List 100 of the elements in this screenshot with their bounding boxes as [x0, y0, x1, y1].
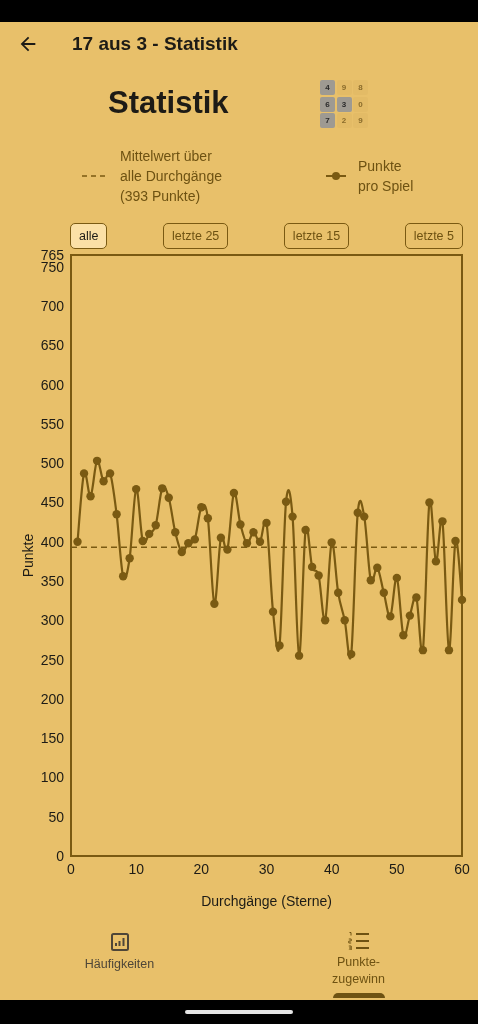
page-heading: Statistik: [108, 85, 229, 121]
data-point: [223, 545, 232, 554]
data-point: [190, 535, 199, 544]
data-point: [118, 572, 128, 581]
data-point: [307, 562, 317, 572]
data-point: [262, 518, 271, 528]
data-point: [418, 645, 428, 655]
data-point: [131, 484, 141, 494]
data-point: [197, 503, 206, 512]
y-tick-label: 200: [40, 690, 64, 707]
y-tick-label: 350: [40, 573, 64, 590]
x-axis-title: Durchgänge (Sterne): [201, 893, 332, 909]
x-tick-label: 10: [128, 861, 144, 877]
data-point: [451, 536, 460, 546]
data-point: [184, 539, 193, 548]
data-point: [145, 529, 154, 539]
digit-tile: 3: [336, 96, 352, 112]
data-point: [229, 488, 239, 498]
y-tick-label: 765: [40, 249, 64, 263]
data-point: [86, 492, 95, 501]
data-point: [327, 538, 336, 547]
line-marker-icon: [326, 172, 346, 180]
data-point: [444, 645, 454, 655]
digit-tile: 8: [353, 80, 368, 95]
data-point: [138, 536, 147, 546]
data-point: [334, 588, 343, 597]
data-point: [216, 533, 226, 542]
legend-label: Punkte pro Spiel: [358, 157, 415, 196]
y-axis-title: Punkte: [20, 533, 36, 578]
x-tick-label: 30: [258, 861, 275, 877]
data-point: [164, 493, 173, 502]
data-point: [92, 456, 102, 466]
screen-title: 17 aus 3 - Statistik: [72, 33, 238, 55]
y-tick-label: 400: [40, 533, 64, 550]
data-point: [242, 539, 252, 548]
x-tick-label: 40: [323, 861, 340, 877]
y-tick-label: 250: [40, 651, 64, 668]
data-point: [275, 641, 284, 650]
data-point: [320, 616, 330, 625]
legend-label: Mittelwert über alle Durchgänge (393 Punkte): [120, 147, 222, 206]
y-tick-label: 700: [40, 298, 64, 315]
x-tick-label: 50: [389, 861, 405, 877]
y-tick-label: 550: [40, 415, 64, 432]
y-tick-label: 0: [56, 848, 64, 864]
digit-tile: 6: [320, 96, 335, 112]
data-point: [399, 631, 408, 640]
filter-button[interactable]: alle: [70, 223, 108, 249]
data-point: [171, 528, 180, 537]
data-point: [125, 554, 134, 563]
y-tick-label: 50: [48, 808, 64, 825]
data-point: [392, 573, 402, 583]
data-point: [105, 469, 115, 478]
dashed-line-icon: [82, 174, 108, 178]
data-point: [294, 651, 304, 660]
data-point: [268, 607, 278, 616]
digit-tile: 2: [336, 113, 352, 128]
active-indicator: [332, 993, 385, 998]
y-tick-label: 100: [40, 769, 64, 786]
data-point: [457, 595, 467, 605]
filter-button[interactable]: letzte 15: [283, 223, 350, 249]
digit-tile: 9: [336, 80, 352, 95]
bar-chart-icon: [109, 932, 130, 952]
data-point: [236, 520, 245, 529]
data-point: [203, 514, 213, 523]
y-tick-label: 150: [40, 730, 64, 747]
data-point: [438, 517, 447, 526]
filter-button[interactable]: letzte 5: [404, 223, 463, 249]
y-tick-label: 500: [40, 455, 64, 472]
nav-tab[interactable]: Punkte- zugewinn: [298, 932, 419, 998]
y-tick-label: 300: [40, 612, 64, 629]
y-tick-label: 600: [40, 376, 64, 393]
digit-tile: 9: [353, 113, 368, 128]
numbered-list-icon: [347, 932, 370, 950]
data-point: [425, 498, 434, 507]
data-point: [353, 508, 362, 517]
data-point: [288, 512, 297, 521]
data-point: [386, 612, 395, 621]
data-point: [177, 547, 186, 557]
digit-tile: 7: [320, 113, 335, 128]
y-tick-label: 650: [40, 337, 64, 354]
data-point: [373, 563, 382, 572]
data-point: [73, 537, 82, 546]
data-point: [99, 477, 108, 486]
data-point: [151, 521, 160, 530]
nav-tab[interactable]: Häufigkeiten: [59, 932, 180, 973]
data-point: [360, 512, 369, 521]
data-point: [158, 484, 167, 493]
data-point: [255, 537, 265, 546]
data-point: [340, 616, 349, 625]
data-point: [79, 469, 89, 478]
data-point: [405, 611, 415, 620]
data-point: [366, 576, 375, 585]
x-tick-label: 0: [67, 861, 75, 877]
data-point: [379, 588, 388, 597]
data-point: [249, 528, 258, 537]
y-tick-label: 450: [40, 494, 64, 511]
data-point: [431, 557, 441, 566]
filter-button[interactable]: letzte 25: [163, 223, 229, 249]
data-point: [314, 571, 323, 580]
digit-tile: 4: [320, 80, 335, 95]
